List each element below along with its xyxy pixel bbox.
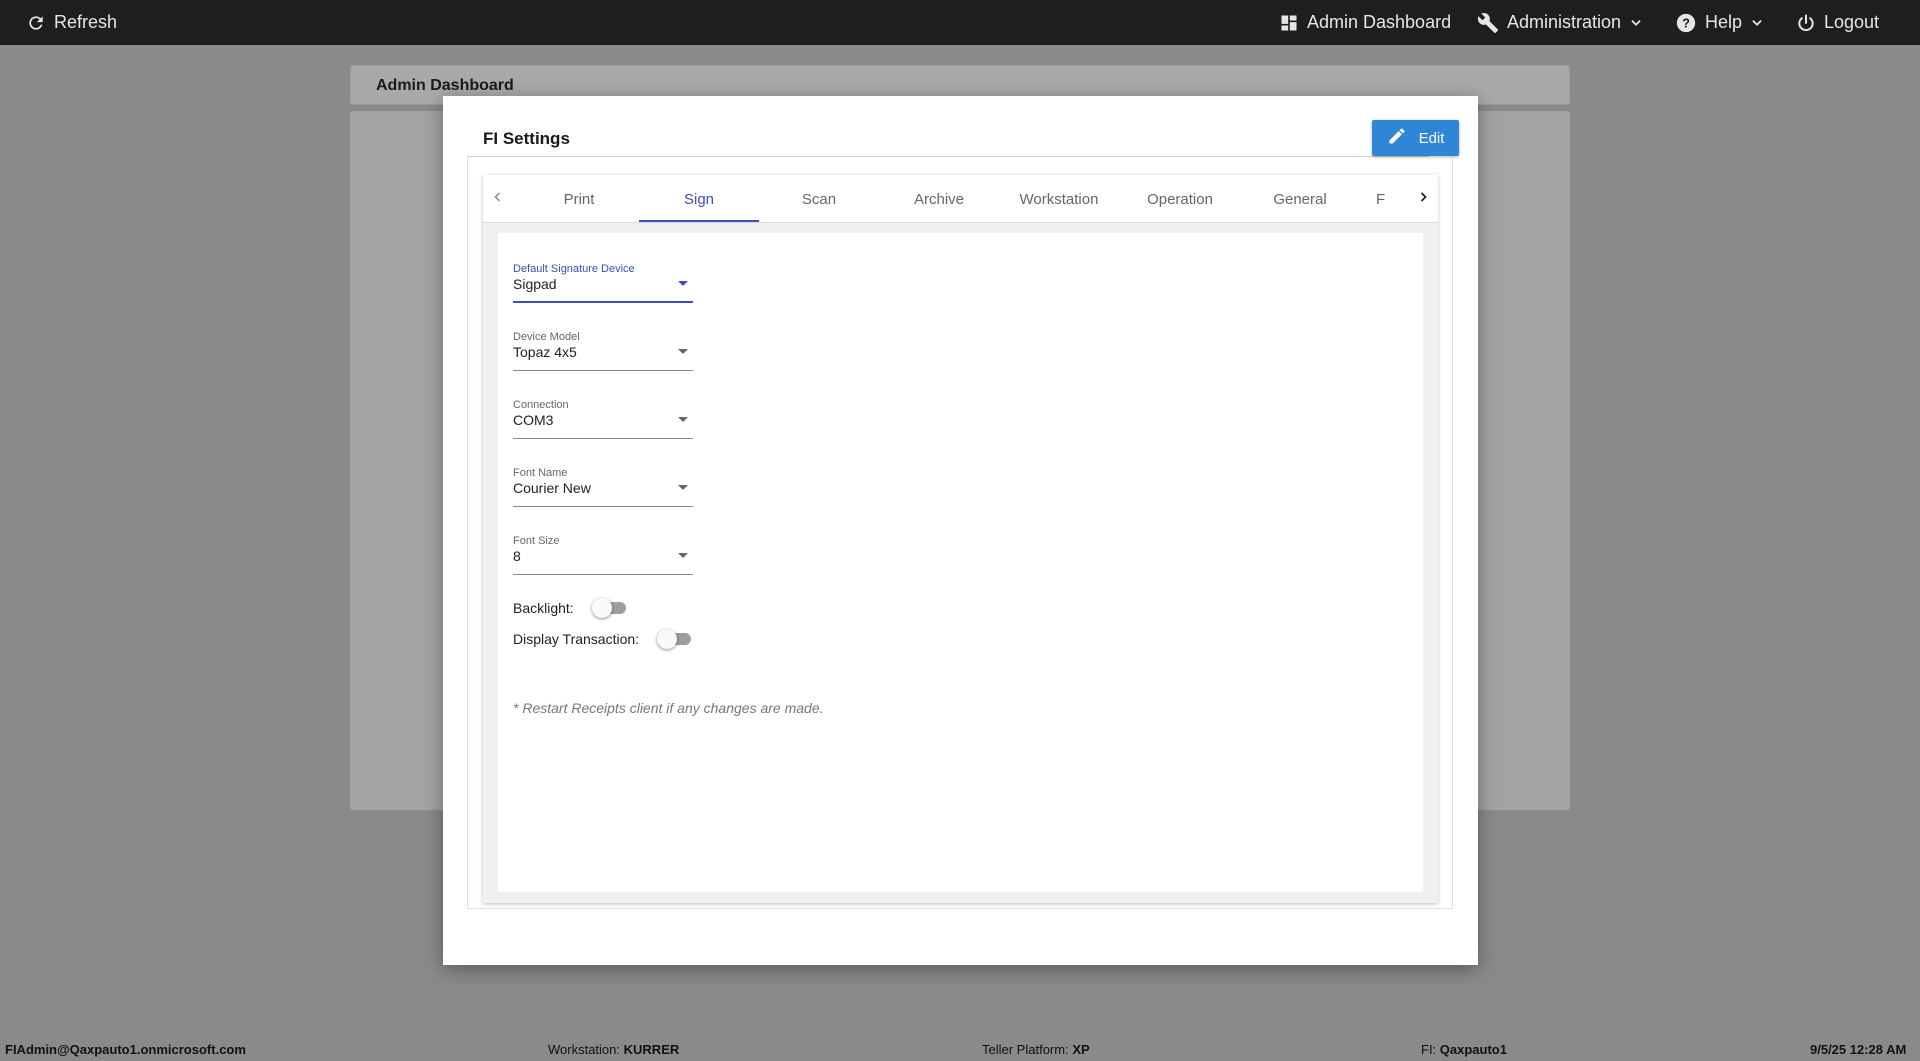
field-value: COM3 (513, 412, 554, 428)
tab-truncated[interactable]: F (1356, 175, 1407, 223)
edit-label: Edit (1418, 129, 1445, 147)
help-label: Help (1705, 12, 1743, 32)
admin-dashboard-link[interactable]: Admin Dashboard (1279, 0, 1451, 45)
field-label: Device Model (513, 331, 580, 343)
field-label: Font Name (513, 467, 568, 479)
tabs-scroller: Print Sign Scan Archive Workstation Oper… (513, 175, 1407, 223)
tab-print[interactable]: Print (519, 175, 639, 223)
field-value: 8 (513, 548, 521, 564)
logout-label: Logout (1824, 12, 1880, 32)
connection-select[interactable]: Connection COM3 (513, 399, 693, 439)
field-label: Connection (513, 399, 569, 411)
help-menu[interactable]: ? Help (1675, 0, 1764, 45)
tab-scan[interactable]: Scan (759, 175, 879, 223)
datetime-value: 9/5/25 12:28 AM (1810, 1042, 1907, 1057)
dropdown-arrow-icon (678, 281, 688, 286)
dialog-title: FI Settings (483, 129, 570, 148)
default-signature-device-select[interactable]: Default Signature Device Sigpad (513, 263, 693, 303)
field-label: Font Size (513, 535, 560, 547)
dropdown-arrow-icon (678, 553, 688, 558)
status-fi: FI: Qaxpauto1 (1421, 1042, 1507, 1057)
status-datetime: 9/5/25 12:28 AM (1810, 1042, 1906, 1057)
field-value: Courier New (513, 480, 591, 496)
device-model-select[interactable]: Device Model Topaz 4x5 (513, 331, 693, 371)
refresh-icon (26, 13, 46, 33)
field-value: Sigpad (513, 276, 557, 292)
edit-button[interactable]: Edit (1372, 120, 1459, 156)
display-transaction-label: Display Transaction: (513, 631, 640, 647)
backlight-row: Backlight: (513, 598, 628, 618)
sign-settings-form: Default Signature Device Sigpad Device M… (498, 233, 1423, 892)
pencil-icon (1387, 126, 1407, 150)
backlight-toggle[interactable] (591, 598, 628, 618)
tab-general[interactable]: General (1240, 175, 1360, 223)
platform-label: Teller Platform: (982, 1042, 1069, 1057)
refresh-label: Refresh (54, 12, 118, 32)
restart-note: * Restart Receipts client if any changes… (513, 700, 824, 716)
chevron-left-icon (492, 190, 504, 208)
power-icon (1796, 13, 1816, 33)
font-name-select[interactable]: Font Name Courier New (513, 467, 693, 507)
svg-text:?: ? (1682, 15, 1690, 30)
status-bar: FIAdmin@Qaxpauto1.onmicrosoft.com Workst… (0, 1037, 1920, 1061)
logout-button[interactable]: Logout (1796, 0, 1879, 45)
display-transaction-toggle[interactable] (657, 629, 693, 649)
chevron-right-icon (1417, 190, 1429, 208)
platform-value: XP (1072, 1042, 1090, 1057)
chevron-down-icon (1629, 16, 1643, 30)
display-transaction-row: Display Transaction: (513, 629, 693, 649)
wrench-icon (1477, 12, 1499, 34)
administration-menu[interactable]: Administration (1477, 0, 1643, 45)
active-tab-indicator (639, 220, 759, 222)
font-size-select[interactable]: Font Size 8 (513, 535, 693, 575)
field-value: Topaz 4x5 (513, 344, 577, 360)
administration-label: Administration (1507, 12, 1622, 32)
refresh-button[interactable]: Refresh (26, 0, 117, 45)
dropdown-arrow-icon (678, 349, 688, 354)
tab-workstation[interactable]: Workstation (999, 175, 1119, 223)
toggle-knob (591, 598, 612, 618)
tab-archive[interactable]: Archive (879, 175, 999, 223)
fi-label: FI: (1421, 1042, 1437, 1057)
field-label: Default Signature Device (513, 263, 635, 275)
settings-card: Print Sign Scan Archive Workstation Oper… (483, 175, 1438, 903)
status-user: FIAdmin@Qaxpauto1.onmicrosoft.com (5, 1042, 246, 1057)
chevron-down-icon (1750, 16, 1764, 30)
top-navigation-bar: Refresh Admin Dashboard Administration ?… (0, 0, 1920, 45)
dropdown-arrow-icon (678, 485, 688, 490)
tab-operation[interactable]: Operation (1120, 175, 1240, 223)
tabs-scroll-left-button[interactable] (483, 175, 513, 223)
fi-value: Qaxpauto1 (1439, 1042, 1507, 1057)
status-platform: Teller Platform: XP (982, 1042, 1090, 1057)
dropdown-arrow-icon (678, 417, 688, 422)
workstation-label: Workstation: (548, 1042, 621, 1057)
backlight-label: Backlight: (513, 600, 574, 616)
dashboard-title: Admin Dashboard (376, 77, 514, 94)
tab-sign[interactable]: Sign (639, 175, 759, 223)
status-workstation: Workstation: KURRER (548, 1042, 679, 1057)
workstation-value: KURRER (623, 1042, 680, 1057)
admin-dashboard-label: Admin Dashboard (1307, 12, 1452, 32)
toggle-knob (657, 629, 678, 649)
dashboard-icon (1279, 13, 1299, 33)
tabs-scroll-right-button[interactable] (1408, 175, 1438, 223)
fi-settings-dialog: FI Settings Edit Print Sign Scan Archive… (443, 96, 1478, 965)
help-icon: ? (1675, 12, 1697, 34)
user-email: FIAdmin@Qaxpauto1.onmicrosoft.com (5, 1042, 246, 1057)
settings-tabs: Print Sign Scan Archive Workstation Oper… (483, 175, 1438, 223)
